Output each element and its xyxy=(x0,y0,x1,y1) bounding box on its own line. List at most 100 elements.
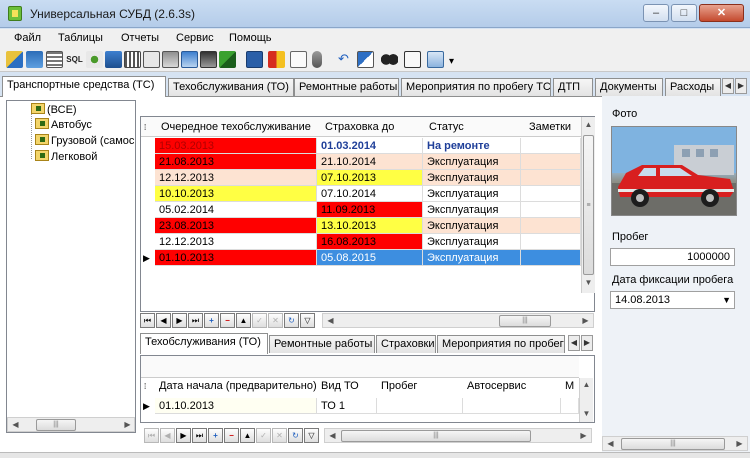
table-row[interactable]: 21.08.2013 21.10.2014 Эксплуатация xyxy=(155,154,581,170)
minimize-button[interactable]: – xyxy=(643,4,669,22)
cancel-edit-icon[interactable]: ✕ xyxy=(268,313,283,328)
maximize-button[interactable]: □ xyxy=(671,4,697,22)
cell-m[interactable] xyxy=(561,398,579,414)
table-row[interactable]: 01.10.2013 ТО 1 xyxy=(155,398,579,414)
panel-horizontal-scrollbar[interactable]: ◀ ||| ▶ xyxy=(602,436,748,451)
word-icon[interactable] xyxy=(246,51,263,68)
cell-status[interactable]: Эксплуатация xyxy=(423,154,521,170)
cell-status[interactable]: На ремонте xyxy=(423,138,521,154)
document-icon[interactable] xyxy=(290,51,307,68)
table-row[interactable]: 23.08.2013 13.10.2013 Эксплуатация xyxy=(155,218,581,234)
excel-icon[interactable] xyxy=(219,51,236,68)
cell-insurance[interactable]: 11.09.2013 xyxy=(317,202,423,218)
scroll-thumb[interactable]: ||| xyxy=(36,419,76,431)
edit-table-icon[interactable] xyxy=(26,51,43,68)
menu-service[interactable]: Сервис xyxy=(176,32,214,44)
scroll-thumb[interactable]: ||| xyxy=(499,315,551,327)
table-row[interactable]: 10.10.2013 07.10.2014 Эксплуатация xyxy=(155,186,581,202)
attachment-icon[interactable] xyxy=(312,51,322,68)
subtab-mileage-events[interactable]: Мероприятия по пробегу xyxy=(437,335,565,353)
column-header-status[interactable]: Статус xyxy=(429,121,464,133)
scroll-left-icon[interactable]: ◀ xyxy=(9,419,22,431)
cell-status[interactable]: Эксплуатация xyxy=(423,186,521,202)
cell-insurance[interactable]: 07.10.2014 xyxy=(317,186,423,202)
delete-record-icon[interactable]: − xyxy=(224,428,239,443)
fix-date-field[interactable]: 14.08.2013 ▼ xyxy=(610,291,735,309)
settings-icon[interactable] xyxy=(427,51,444,68)
grid-vertical-scrollbar[interactable]: ▲ ≡ ▼ xyxy=(581,117,595,293)
cell-insurance[interactable]: 07.10.2013 xyxy=(317,170,423,186)
cell-insurance[interactable]: 13.10.2013 xyxy=(317,218,423,234)
subtab-maintenance[interactable]: Техобслуживания (ТО) xyxy=(140,333,268,354)
cell-notes[interactable] xyxy=(521,218,581,234)
report-icon[interactable] xyxy=(143,51,160,68)
subtabs-scroll-right[interactable]: ▶ xyxy=(581,335,593,351)
subgrid-horizontal-scrollbar[interactable]: ◀ ||| ▶ xyxy=(324,428,592,443)
cell-notes[interactable] xyxy=(521,250,581,266)
cell-status[interactable]: Эксплуатация xyxy=(423,202,521,218)
cell-notes[interactable] xyxy=(521,186,581,202)
cell-next-service[interactable]: 05.02.2014 xyxy=(155,202,317,218)
sort-icon[interactable] xyxy=(357,51,374,68)
cell-mileage[interactable] xyxy=(377,398,463,414)
first-record-icon[interactable]: ⏮ xyxy=(144,428,159,443)
column-header-service-center[interactable]: Автосервис xyxy=(467,380,526,392)
cell-status[interactable]: Эксплуатация xyxy=(423,250,521,266)
tabs-scroll-right[interactable]: ▶ xyxy=(735,78,747,94)
cell-notes[interactable] xyxy=(521,202,581,218)
prior-record-icon[interactable]: ◀ xyxy=(160,428,175,443)
table-row[interactable]: 12.12.2013 07.10.2013 Эксплуатация xyxy=(155,170,581,186)
insert-record-icon[interactable]: + xyxy=(208,428,223,443)
cell-next-service[interactable]: 10.10.2013 xyxy=(155,186,317,202)
cell-next-service[interactable]: 12.12.2013 xyxy=(155,170,317,186)
column-chooser-icon[interactable]: ⁞ xyxy=(144,123,146,132)
scroll-left-icon[interactable]: ◀ xyxy=(604,438,617,450)
cell-notes[interactable] xyxy=(521,138,581,154)
calculator-icon[interactable] xyxy=(200,51,217,68)
scroll-right-icon[interactable]: ▶ xyxy=(579,315,592,327)
delete-record-icon[interactable]: − xyxy=(220,313,235,328)
post-edit-icon[interactable]: ✓ xyxy=(256,428,271,443)
columns-icon[interactable] xyxy=(124,51,141,68)
scroll-right-icon[interactable]: ▶ xyxy=(121,419,134,431)
close-button[interactable]: ✕ xyxy=(699,4,744,22)
insert-record-icon[interactable]: + xyxy=(204,313,219,328)
cell-status[interactable]: Эксплуатация xyxy=(423,234,521,250)
chart-icon[interactable] xyxy=(268,51,285,68)
column-header-notes[interactable]: Заметки xyxy=(529,121,571,133)
prior-record-icon[interactable]: ◀ xyxy=(156,313,171,328)
preview-icon[interactable] xyxy=(181,51,198,68)
table-row[interactable]: 01.10.2013 05.08.2015 Эксплуатация xyxy=(155,250,581,266)
filter-records-icon[interactable]: ▽ xyxy=(304,428,319,443)
column-header-service-kind[interactable]: Вид ТО xyxy=(321,380,359,392)
next-record-icon[interactable]: ▶ xyxy=(176,428,191,443)
tab-repairs[interactable]: Ремонтные работы xyxy=(294,78,399,96)
tree-horizontal-scrollbar[interactable]: ◀ ||| ▶ xyxy=(7,417,135,432)
scroll-thumb[interactable]: ≡ xyxy=(583,135,594,275)
subgrid-vertical-scrollbar[interactable]: ▲ ▼ xyxy=(579,378,593,422)
tab-documents[interactable]: Документы xyxy=(595,78,663,96)
cell-service-kind[interactable]: ТО 1 xyxy=(317,398,377,414)
cell-next-service[interactable]: 21.08.2013 xyxy=(155,154,317,170)
menu-tables[interactable]: Таблицы xyxy=(58,32,103,44)
first-record-icon[interactable]: ⏮ xyxy=(140,313,155,328)
tab-mileage-events[interactable]: Мероприятия по пробегу ТС xyxy=(401,78,551,96)
scroll-down-icon[interactable]: ▼ xyxy=(582,277,595,289)
tab-maintenance[interactable]: Техобслуживания (ТО) xyxy=(168,78,294,96)
tree-item-car[interactable]: Легковой xyxy=(35,150,97,163)
scroll-left-icon[interactable]: ◀ xyxy=(324,315,337,327)
table-icon[interactable] xyxy=(46,51,63,68)
column-header-start-date[interactable]: Дата начала (предварительно) xyxy=(159,380,317,392)
column-header-m[interactable]: М xyxy=(565,380,574,392)
scroll-thumb[interactable]: ||| xyxy=(621,438,725,450)
table-row[interactable]: 05.02.2014 11.09.2013 Эксплуатация xyxy=(155,202,581,218)
post-edit-icon[interactable]: ✓ xyxy=(252,313,267,328)
cell-insurance[interactable]: 21.10.2014 xyxy=(317,154,423,170)
menu-help[interactable]: Помощь xyxy=(229,32,272,44)
scroll-right-icon[interactable]: ▶ xyxy=(733,438,746,450)
cell-insurance[interactable]: 05.08.2015 xyxy=(317,250,423,266)
tree-item-all[interactable]: (ВСЕ) xyxy=(31,103,77,116)
edit-record-icon[interactable]: ▲ xyxy=(236,313,251,328)
scroll-down-icon[interactable]: ▼ xyxy=(580,408,593,420)
toolbar-overflow-icon[interactable]: ▾ xyxy=(447,51,456,68)
